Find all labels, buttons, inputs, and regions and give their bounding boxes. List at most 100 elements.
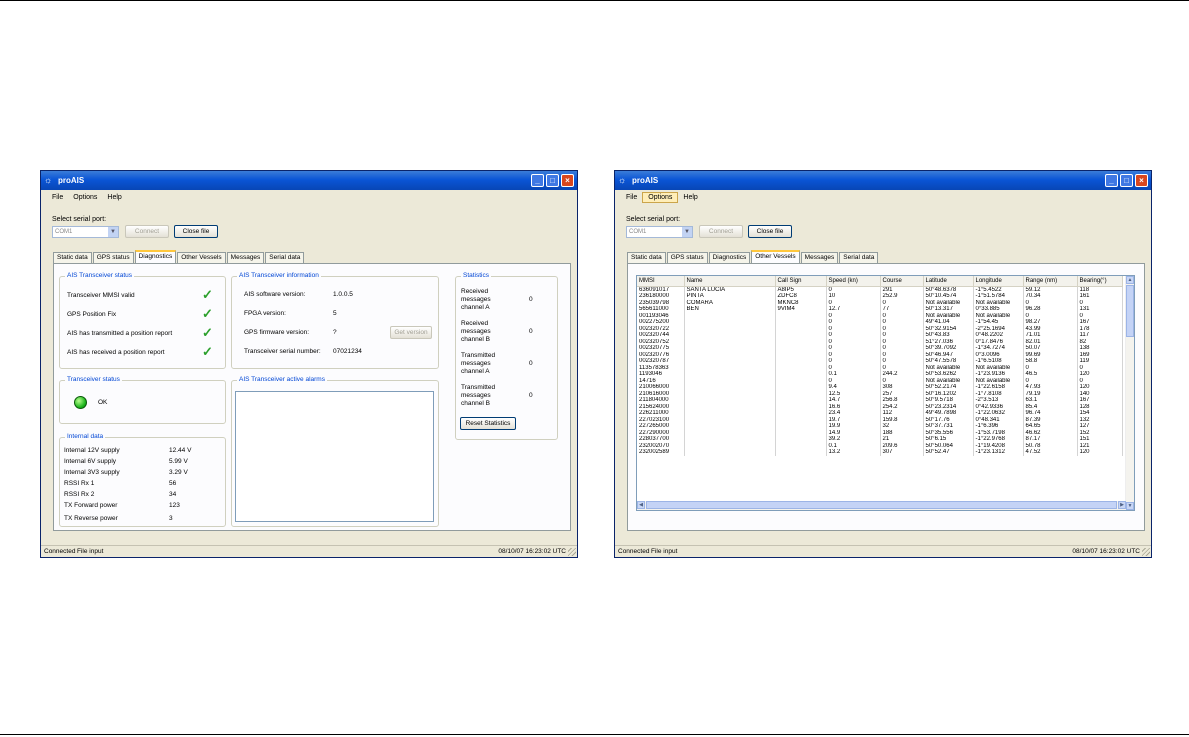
stat-label-line: messages — [461, 296, 491, 303]
alarms-list[interactable] — [235, 391, 434, 522]
close-file-button[interactable]: Close file — [748, 225, 792, 238]
tab-diagnostics[interactable]: Diagnostics — [134, 250, 177, 263]
table-row[interactable]: 232002589 13.2 307 50°52.47 -1°23.1312 47.52 1… — [637, 449, 1123, 456]
transceiver-status-group: AIS Transceiver status Transceiver MMSI … — [59, 272, 226, 369]
tab-gps-status[interactable]: GPS status — [666, 252, 708, 263]
column-header[interactable]: Latitude — [923, 276, 974, 287]
info-value: 07021234 — [333, 348, 362, 355]
tab-serial-data[interactable]: Serial data — [839, 252, 879, 263]
connect-button[interactable]: Connect — [125, 225, 169, 238]
internal-label: Internal 12V supply — [64, 447, 120, 454]
resize-grip-icon[interactable] — [1142, 548, 1150, 556]
vertical-scrollbar[interactable]: ▲ ▼ — [1125, 276, 1134, 510]
maximize-icon[interactable]: □ — [546, 174, 559, 187]
internal-value: 3.29 V — [169, 469, 188, 476]
scroll-left-icon[interactable]: ◀ — [637, 501, 645, 509]
internal-value: 12.44 V — [169, 447, 192, 454]
scroll-thumb[interactable] — [1126, 285, 1134, 337]
tab-static-data[interactable]: Static data — [53, 252, 92, 263]
tab-diagnostics[interactable]: Diagnostics — [708, 252, 751, 263]
tab-other-vessels[interactable]: Other Vessels — [177, 252, 226, 263]
serial-port-value: COM1 — [55, 229, 73, 235]
resize-grip-icon[interactable] — [568, 548, 576, 556]
info-label: AIS software version: — [244, 291, 306, 298]
connect-button[interactable]: Connect — [699, 225, 743, 238]
menu-help[interactable]: Help — [102, 193, 126, 202]
info-label: GPS firmware version: — [244, 329, 310, 336]
page-top-rule — [0, 0, 1189, 1]
column-header[interactable]: Speed (kn) — [826, 276, 881, 287]
table-cell: 291 — [880, 286, 924, 293]
scroll-up-icon[interactable]: ▲ — [1126, 276, 1134, 284]
menu-bar: File Options Help — [41, 190, 577, 204]
group-title: AIS Transceiver information — [237, 272, 321, 279]
table-cell: 50°52.47 — [923, 449, 974, 456]
column-header[interactable]: MMSI — [637, 276, 685, 287]
stat-value: 0 — [529, 296, 533, 303]
menu-options[interactable]: Options — [68, 193, 102, 202]
internal-label: RSSI Rx 1 — [64, 480, 95, 487]
transceiver-state: OK — [98, 399, 108, 406]
info-value: 5 — [333, 310, 337, 317]
horizontal-scrollbar[interactable]: ◀ ▶ — [637, 501, 1126, 510]
column-header[interactable]: Name — [684, 276, 776, 287]
status-item-label: AIS has transmitted a position report — [67, 330, 173, 337]
column-header[interactable]: Bearing(°) — [1077, 276, 1123, 287]
stat-label: Transmitted messages channel B — [461, 384, 495, 408]
column-header[interactable]: Call Sign — [775, 276, 827, 287]
status-item-label: GPS Position Fix — [67, 311, 117, 318]
app-icon: ☼ — [618, 175, 627, 185]
table-cell: 636091017 — [637, 286, 685, 293]
menu-bar: File Options Help — [615, 190, 1151, 204]
stat-label-line: Transmitted — [461, 384, 496, 391]
group-title: Statistics — [461, 272, 492, 279]
internal-value: 5.99 V — [169, 458, 188, 465]
tab-messages[interactable]: Messages — [800, 252, 839, 263]
tab-gps-status[interactable]: GPS status — [92, 252, 134, 263]
tab-static-data[interactable]: Static data — [627, 252, 666, 263]
info-value: ? — [333, 329, 337, 336]
close-icon[interactable]: × — [561, 174, 574, 187]
tab-other-vessels[interactable]: Other Vessels — [751, 250, 800, 263]
serial-port-select[interactable]: COM1 ▼ — [52, 226, 119, 238]
scroll-thumb[interactable] — [646, 501, 1117, 509]
chevron-down-icon[interactable]: ▼ — [682, 227, 692, 237]
check-icon: ✓ — [202, 325, 213, 340]
column-header[interactable]: Course — [880, 276, 924, 287]
internal-value: 123 — [169, 502, 180, 509]
menu-file[interactable]: File — [47, 193, 68, 202]
column-header[interactable]: Range (nm) — [1023, 276, 1078, 287]
table-cell — [775, 449, 827, 456]
tab-serial-data[interactable]: Serial data — [265, 252, 305, 263]
vessels-grid[interactable]: MMSI Name Call Sign Speed (kn) Course La… — [636, 275, 1135, 511]
reset-statistics-button[interactable]: Reset Statistics — [460, 417, 516, 430]
group-title: AIS Transceiver active alarms — [237, 376, 327, 383]
connection-status: Connected — [618, 548, 650, 555]
stat-label-line: messages — [461, 392, 491, 399]
stat-label: Received messages channel A — [461, 288, 491, 312]
stat-value: 0 — [529, 360, 533, 367]
stat-label-line: messages — [461, 360, 491, 367]
stat-label-line: channel B — [461, 400, 490, 407]
close-icon[interactable]: × — [1135, 174, 1148, 187]
table-row[interactable]: 636091017 SANTA LUCIA A8IP5 0 291 50°48.6378-… — [637, 286, 1123, 293]
column-header[interactable]: Longitude — [973, 276, 1024, 287]
stat-label-line: Received — [461, 288, 489, 295]
table-cell: 232002589 — [637, 449, 685, 456]
tab-strip: Static data GPS status Diagnostics Other… — [627, 250, 879, 263]
minimize-icon[interactable]: _ — [1105, 174, 1118, 187]
maximize-icon[interactable]: □ — [1120, 174, 1133, 187]
serial-port-select[interactable]: COM1 ▼ — [626, 226, 693, 238]
menu-file[interactable]: File — [621, 193, 642, 202]
chevron-down-icon[interactable]: ▼ — [108, 227, 118, 237]
minimize-icon[interactable]: _ — [531, 174, 544, 187]
get-version-button[interactable]: Get version — [390, 326, 432, 339]
menu-options[interactable]: Options — [642, 191, 679, 203]
scroll-down-icon[interactable]: ▼ — [1126, 502, 1134, 510]
connection-status: Connected — [44, 548, 76, 555]
tab-messages[interactable]: Messages — [226, 252, 265, 263]
table-cell: SANTA LUCIA — [684, 286, 776, 293]
menu-help[interactable]: Help — [678, 193, 702, 202]
scroll-right-icon[interactable]: ▶ — [1118, 501, 1126, 509]
close-file-button[interactable]: Close file — [174, 225, 218, 238]
